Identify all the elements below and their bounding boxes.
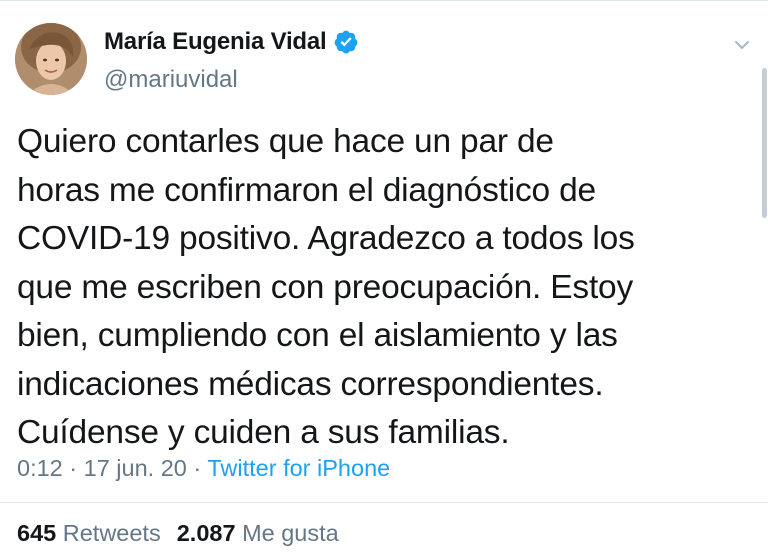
tweet-source-link[interactable]: Twitter for iPhone bbox=[207, 455, 390, 481]
likes-label: Me gusta bbox=[242, 520, 339, 546]
tweet-text-line: Quiero contarles que hace un par de bbox=[17, 123, 554, 160]
tweet-stats: 645 Retweets 2.087 Me gusta bbox=[17, 520, 339, 547]
tweet-text-line: COVID-19 positivo. Agradezco a todos los bbox=[17, 220, 635, 257]
retweets-label: Retweets bbox=[62, 520, 161, 546]
tweet-text-line: bien, cumpliendo con el aislamiento y la… bbox=[17, 317, 618, 354]
likes-stat[interactable]: 2.087 Me gusta bbox=[177, 520, 339, 546]
scrollbar[interactable] bbox=[762, 68, 767, 218]
tweet-text-line: horas me confirmaron el diagnóstico de bbox=[17, 171, 596, 209]
tweet-text-line: indicaciones médicas correspondientes. bbox=[17, 365, 604, 403]
meta-separator: · bbox=[193, 455, 202, 481]
top-divider bbox=[0, 0, 768, 7]
retweets-stat[interactable]: 645 Retweets bbox=[17, 520, 161, 546]
tweet-time: 0:12 bbox=[17, 455, 63, 481]
author-display-name[interactable]: María Eugenia Vidal bbox=[104, 28, 327, 56]
meta-separator: · bbox=[69, 455, 78, 481]
tweet-text: Quiero contarles que hace un par de hora… bbox=[17, 118, 752, 458]
avatar-photo bbox=[15, 23, 87, 95]
chevron-down-icon[interactable] bbox=[731, 34, 753, 56]
tweet-text-line: Cuídense y cuiden a sus familias. bbox=[17, 414, 510, 451]
author-handle[interactable]: @mariuvidal bbox=[104, 66, 238, 94]
author-name-row[interactable]: María Eugenia Vidal bbox=[104, 28, 359, 56]
avatar[interactable] bbox=[15, 23, 87, 95]
retweets-count: 645 bbox=[17, 520, 57, 546]
tweet-date[interactable]: 17 jun. 20 bbox=[84, 455, 187, 481]
likes-count: 2.087 bbox=[176, 520, 236, 546]
tweet-text-line: que me escriben con preocupación. Estoy bbox=[17, 268, 634, 306]
stats-divider bbox=[0, 502, 768, 503]
verified-badge-icon bbox=[334, 30, 357, 54]
tweet-meta: 0:12 · 17 jun. 20 · Twitter for iPhone bbox=[17, 455, 390, 482]
